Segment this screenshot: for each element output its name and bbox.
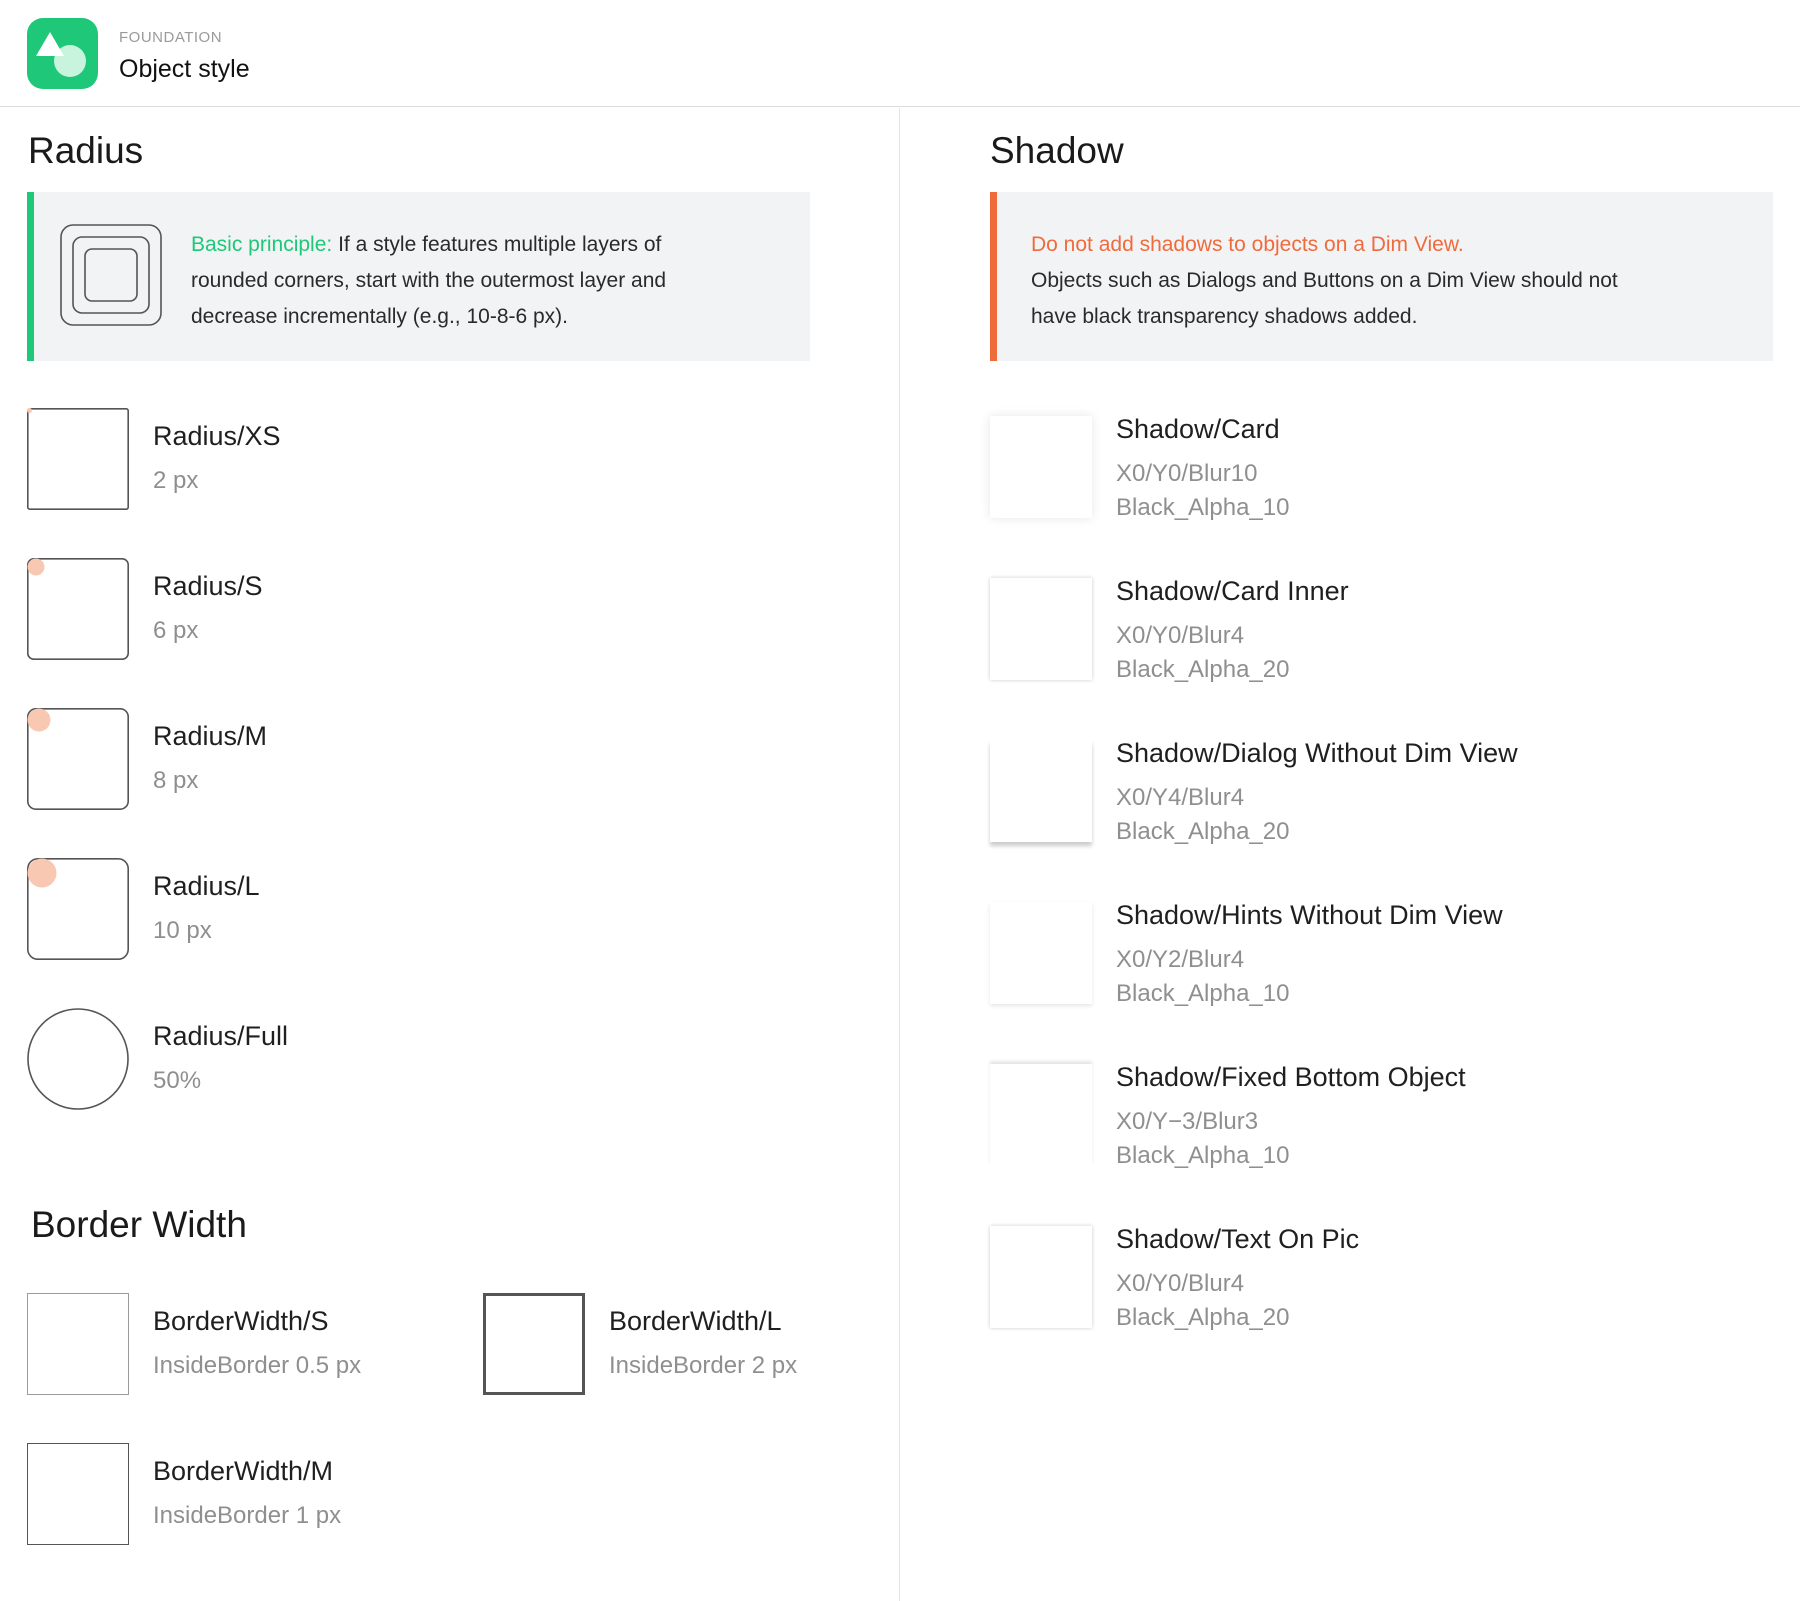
shadow-hints-spec: X0/Y2/Blur4 — [1116, 946, 1245, 973]
shadow-section-title: Shadow — [990, 130, 1124, 171]
border-width-m-swatch — [27, 1443, 129, 1545]
shadow-card-inner-spec: X0/Y0/Blur4 — [1116, 622, 1245, 649]
shadow-hints-name: Shadow/Hints Without Dim View — [1116, 900, 1503, 930]
shadow-card-inner-swatch — [990, 578, 1092, 680]
radius-m-name: Radius/M — [153, 721, 268, 751]
radius-m-value: 8 px — [153, 767, 199, 794]
shadow-text-on-pic-spec: X0/Y0/Blur4 — [1116, 1270, 1245, 1297]
radius-note-text: Basic principle: If a style features mul… — [191, 227, 781, 335]
shadow-dialog-name: Shadow/Dialog Without Dim View — [1116, 738, 1518, 768]
radius-s-name: Radius/S — [153, 571, 263, 601]
note-line: Objects such as Dialogs and Buttons on a… — [1031, 269, 1618, 292]
page-header: FOUNDATION Object style — [0, 0, 1800, 107]
note-accent-bar — [27, 192, 34, 361]
border-width-s-value: InsideBorder 0.5 px — [153, 1352, 362, 1379]
shadow-text-on-pic-swatch — [990, 1226, 1092, 1328]
shadow-card-name: Shadow/Card — [1116, 414, 1280, 444]
radius-l-swatch — [27, 858, 129, 960]
shadow-note-warning: Do not add shadows to objects on a Dim V… — [1031, 233, 1464, 256]
radius-principle-note: Basic principle: If a style features mul… — [27, 192, 810, 361]
border-width-l-value: InsideBorder 2 px — [609, 1352, 798, 1379]
shadow-fixed-bottom-swatch — [990, 1064, 1092, 1166]
radius-section-title: Radius — [28, 130, 144, 171]
shadow-card-inner-color: Black_Alpha_20 — [1116, 656, 1290, 683]
radius-l-name: Radius/L — [153, 871, 260, 901]
border-width-l-swatch — [483, 1293, 585, 1395]
radius-full-value: 50% — [153, 1067, 202, 1094]
shadow-fixed-bottom-spec: X0/Y−3/Blur3 — [1116, 1108, 1259, 1135]
shadow-dialog-spec: X0/Y4/Blur4 — [1116, 784, 1245, 811]
shadow-card-swatch — [990, 416, 1092, 518]
border-width-l-name: BorderWidth/L — [609, 1306, 782, 1336]
radius-xs-value: 2 px — [153, 467, 199, 494]
column-divider — [899, 108, 900, 1601]
border-width-section-title: Border Width — [31, 1204, 247, 1245]
shadow-hints-swatch — [990, 902, 1092, 1004]
shadow-card-color: Black_Alpha_10 — [1116, 494, 1290, 521]
radius-s-swatch — [27, 558, 129, 660]
shadow-fixed-bottom-name: Shadow/Fixed Bottom Object — [1116, 1062, 1466, 1092]
shadow-dialog-swatch — [990, 740, 1092, 842]
radius-xs-name: Radius/XS — [153, 421, 281, 451]
note-line: decrease incrementally (e.g., 10-8-6 px)… — [191, 305, 569, 328]
note-line: rounded corners, start with the outermos… — [191, 269, 667, 292]
radius-s-value: 6 px — [153, 617, 199, 644]
border-width-m-value: InsideBorder 1 px — [153, 1502, 342, 1529]
shadow-hints-color: Black_Alpha_10 — [1116, 980, 1290, 1007]
border-width-m-name: BorderWidth/M — [153, 1456, 334, 1486]
page-title: Object style — [119, 55, 250, 83]
shadow-card-spec: X0/Y0/Blur10 — [1116, 460, 1258, 487]
shadow-dialog-color: Black_Alpha_20 — [1116, 818, 1290, 845]
note-accent-bar — [990, 192, 997, 361]
shadow-card-inner-name: Shadow/Card Inner — [1116, 576, 1349, 606]
note-label: Basic principle: — [191, 233, 333, 256]
nested-rounded-squares-icon — [60, 224, 162, 326]
border-width-s-swatch — [27, 1293, 129, 1395]
radius-l-value: 10 px — [153, 917, 212, 944]
note-line: have black transparency shadows added. — [1031, 305, 1418, 328]
shadow-warning-note: Do not add shadows to objects on a Dim V… — [990, 192, 1773, 361]
shapes-logo-icon — [27, 18, 98, 89]
shadow-fixed-bottom-color: Black_Alpha_10 — [1116, 1142, 1290, 1169]
radius-full-swatch — [27, 1008, 129, 1110]
note-line: If a style features multiple layers of — [338, 233, 662, 256]
radius-full-name: Radius/Full — [153, 1021, 289, 1051]
shadow-note-text: Do not add shadows to objects on a Dim V… — [1031, 227, 1761, 335]
header-kicker: FOUNDATION — [119, 29, 223, 46]
radius-m-swatch — [27, 708, 129, 810]
shadow-text-on-pic-color: Black_Alpha_20 — [1116, 1304, 1290, 1331]
shadow-text-on-pic-name: Shadow/Text On Pic — [1116, 1224, 1360, 1254]
border-width-s-name: BorderWidth/S — [153, 1306, 329, 1336]
radius-xs-swatch — [27, 408, 129, 510]
